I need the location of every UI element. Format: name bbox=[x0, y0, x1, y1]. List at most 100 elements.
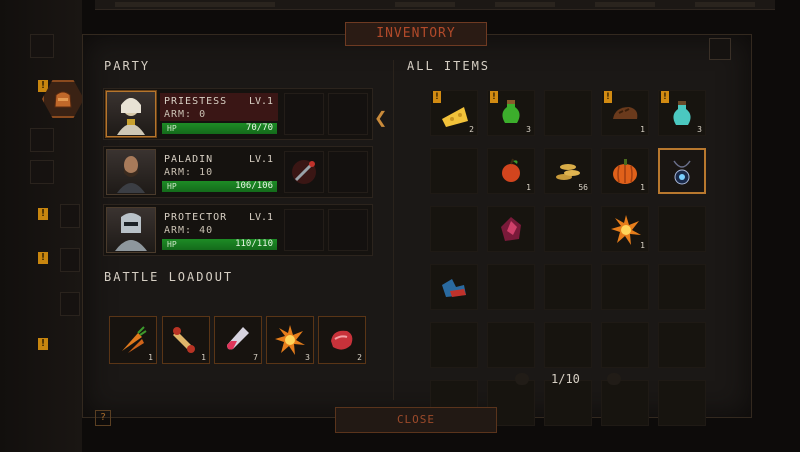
item-qty: 1 bbox=[640, 183, 645, 192]
inventory-slot[interactable] bbox=[487, 206, 535, 252]
inventory-slot[interactable] bbox=[601, 322, 649, 368]
alert-icon: ! bbox=[604, 91, 612, 103]
item-qty: 3 bbox=[526, 125, 531, 134]
member-name: PRIESTESS bbox=[164, 96, 228, 107]
equipment-slot[interactable] bbox=[328, 209, 368, 251]
bomb-icon bbox=[275, 325, 305, 355]
alert-icon: ! bbox=[433, 91, 441, 103]
inventory-slot[interactable] bbox=[544, 264, 592, 310]
party-member-protector[interactable]: PROTECTOR LV.1 ARM: 40 HP 110/110 bbox=[103, 204, 373, 256]
inventory-slot[interactable]: 1 bbox=[487, 148, 535, 194]
party-heading: PARTY bbox=[104, 59, 151, 73]
inventory-slot[interactable]: 1 bbox=[601, 148, 649, 194]
loadout-heading: BATTLE LOADOUT bbox=[104, 270, 234, 284]
hp-value: 106/106 bbox=[235, 181, 273, 191]
amulet-icon bbox=[673, 160, 691, 185]
alert-icon: ! bbox=[38, 80, 48, 92]
loadout-slot[interactable]: 1 bbox=[162, 316, 210, 364]
window-corner-button[interactable] bbox=[709, 38, 731, 60]
equipment-slot[interactable] bbox=[328, 93, 368, 135]
item-qty: 3 bbox=[305, 353, 310, 362]
inventory-slot[interactable] bbox=[658, 264, 706, 310]
loadout-slot[interactable]: 2 bbox=[318, 316, 366, 364]
hp-bar: HP 110/110 bbox=[162, 239, 277, 250]
inventory-slot[interactable] bbox=[601, 264, 649, 310]
item-qty: 3 bbox=[697, 125, 702, 134]
inventory-slot[interactable] bbox=[658, 322, 706, 368]
prev-page-button[interactable] bbox=[515, 373, 529, 385]
alert-icon: ! bbox=[490, 91, 498, 103]
inventory-slot[interactable] bbox=[658, 148, 706, 194]
portrait-protector bbox=[106, 207, 156, 253]
hp-bar: HP 70/70 bbox=[162, 123, 277, 134]
item-qty: 1 bbox=[526, 183, 531, 192]
apple-icon bbox=[502, 158, 520, 182]
potion-vial-icon bbox=[227, 327, 249, 350]
member-name: PROTECTOR bbox=[164, 212, 228, 223]
hp-label: HP bbox=[167, 240, 177, 249]
side-tab[interactable] bbox=[30, 160, 54, 184]
inventory-slot[interactable] bbox=[487, 322, 535, 368]
side-tab[interactable] bbox=[30, 128, 54, 152]
window-title: INVENTORY bbox=[345, 22, 487, 46]
loadout-slot[interactable]: 3 bbox=[266, 316, 314, 364]
alert-icon: ! bbox=[38, 252, 48, 264]
meat-icon bbox=[331, 330, 353, 350]
inventory-slot[interactable]: 1 bbox=[601, 206, 649, 252]
inventory-slot[interactable] bbox=[658, 380, 706, 426]
help-button[interactable]: ? bbox=[95, 410, 111, 426]
items-heading: ALL ITEMS bbox=[407, 59, 491, 73]
alert-icon: ! bbox=[38, 208, 48, 220]
portrait-paladin bbox=[106, 149, 156, 195]
side-tab[interactable] bbox=[60, 248, 80, 272]
hp-label: HP bbox=[167, 124, 177, 133]
item-qty: 1 bbox=[640, 241, 645, 250]
inventory-slot[interactable] bbox=[430, 322, 478, 368]
hp-label: HP bbox=[167, 182, 177, 191]
inventory-slot[interactable] bbox=[430, 206, 478, 252]
party-member-priestess[interactable]: PRIESTESS LV.1 ARM: 0 HP 70/70 bbox=[103, 88, 373, 140]
hp-bar: HP 106/106 bbox=[162, 181, 277, 192]
inventory-slot[interactable] bbox=[430, 264, 478, 310]
cheese-icon bbox=[442, 107, 468, 127]
pagination: 1/10 bbox=[515, 370, 625, 390]
bag-icon bbox=[54, 91, 72, 108]
equipment-slot[interactable] bbox=[328, 151, 368, 193]
next-page-button[interactable] bbox=[607, 373, 621, 385]
equipment-slot[interactable] bbox=[284, 151, 324, 193]
top-status-bar bbox=[95, 0, 775, 10]
boots-icon bbox=[442, 279, 466, 297]
carrot-icon bbox=[122, 326, 147, 353]
side-tab[interactable] bbox=[30, 34, 54, 58]
loadout-slot[interactable]: 1 bbox=[109, 316, 157, 364]
item-qty: 1 bbox=[201, 353, 206, 362]
side-tab[interactable] bbox=[60, 204, 80, 228]
bread-icon bbox=[613, 107, 638, 119]
inventory-slot[interactable] bbox=[658, 206, 706, 252]
alert-icon: ! bbox=[38, 338, 48, 350]
hp-value: 70/70 bbox=[245, 123, 273, 133]
alert-icon: ! bbox=[661, 91, 669, 103]
hp-value: 110/110 bbox=[235, 239, 273, 249]
inventory-slot[interactable] bbox=[544, 322, 592, 368]
ruby-shard-icon bbox=[501, 217, 521, 241]
inventory-slot[interactable]: 56 bbox=[544, 148, 592, 194]
close-button[interactable]: CLOSE bbox=[335, 407, 497, 433]
equipment-slot[interactable] bbox=[284, 209, 324, 251]
loadout-slot[interactable]: 7 bbox=[214, 316, 262, 364]
equipment-slot[interactable] bbox=[284, 93, 324, 135]
wand-icon bbox=[292, 160, 316, 184]
party-member-paladin[interactable]: PALADIN LV.1 ARM: 10 HP 106/106 bbox=[103, 146, 373, 198]
inventory-slot[interactable] bbox=[544, 90, 592, 136]
collapse-arrow-icon[interactable]: ❮ bbox=[374, 106, 387, 131]
inventory-slot[interactable] bbox=[430, 148, 478, 194]
item-qty: 56 bbox=[578, 183, 588, 192]
inventory-slot[interactable] bbox=[487, 264, 535, 310]
item-qty: 7 bbox=[253, 353, 258, 362]
member-armor: ARM: 40 bbox=[164, 225, 214, 236]
inventory-slot[interactable] bbox=[544, 206, 592, 252]
side-tab[interactable] bbox=[60, 292, 80, 316]
item-qty: 2 bbox=[469, 125, 474, 134]
item-qty: 1 bbox=[640, 125, 645, 134]
panel-divider bbox=[393, 60, 394, 400]
